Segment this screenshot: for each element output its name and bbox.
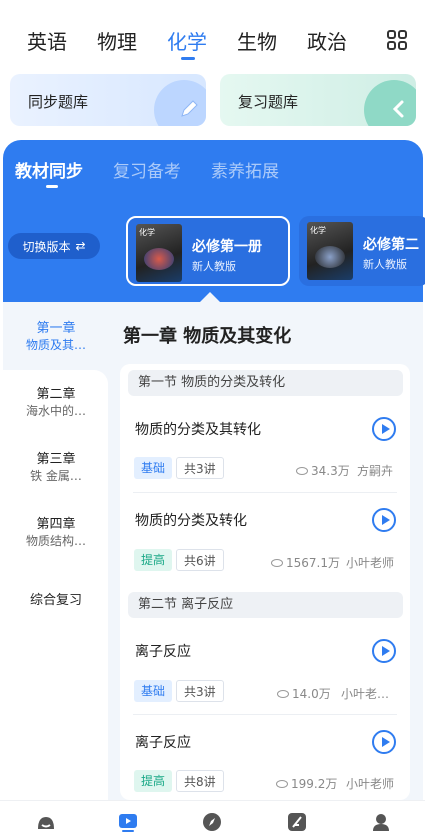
profile-icon[interactable] [370,811,392,833]
pencil-icon [181,100,198,117]
book-title: 必修第一册 [192,239,262,255]
author-name: 方嗣卉 [357,464,394,478]
chapter-item-4[interactable]: 第四章 物质结构… [3,516,109,550]
subject-tab-bar: 英语 物理 化学 生物 政治 [0,0,425,66]
author-name: 小叶老… [341,687,390,701]
subject-tab-english[interactable]: 英语 [27,26,67,55]
lecture-count-tag: 共3讲 [176,457,224,479]
selection-pointer [200,292,220,302]
lecture-count-tag: 共8讲 [176,770,224,792]
review-question-bank-label: 复习题库 [238,93,299,111]
sync-question-bank-card[interactable]: 同步题库 [10,74,206,126]
active-tab-indicator [181,57,195,60]
author-name: 小叶老师 [346,556,395,570]
view-count: 14.0万 [277,685,331,702]
chapter-item-1[interactable]: 第一章 物质及其… [3,320,109,354]
chapter-item-2[interactable]: 第二章 海水中的… [3,386,109,420]
view-count: 199.2万 [276,775,337,792]
eye-icon [277,689,289,698]
chapter-number: 第二章 [36,387,76,402]
book-edition: 新人教版 [363,258,407,271]
eye-icon [276,779,288,788]
chapter-number: 第三章 [36,452,76,467]
book-cover-title: 化学 [139,228,155,237]
sync-question-bank-label: 同步题库 [28,93,89,111]
eye-icon [296,466,308,475]
compass-icon[interactable] [201,811,223,833]
chapter-item-review[interactable]: 综合复习 [3,592,109,609]
subject-tab-politics[interactable]: 政治 [307,26,347,55]
home-icon[interactable] [35,811,57,833]
lesson-title[interactable]: 物质的分类及转化 [135,510,247,530]
bottom-navigation [0,800,425,838]
lesson-title[interactable]: 离子反应 [135,732,191,752]
book-cover: 化学 [136,224,182,282]
eye-icon [271,558,283,567]
review-question-bank-card[interactable]: 复习题库 [220,74,416,126]
level-tag: 基础 [134,680,173,702]
level-tag: 提高 [134,549,173,571]
subject-tab-chemistry[interactable]: 化学 [167,26,207,55]
play-icon[interactable] [372,417,396,441]
view-count: 34.3万 [296,462,350,479]
segment-textbook-sync[interactable]: 教材同步 [15,157,83,182]
chapter-number: 综合复习 [29,593,82,608]
divider [133,714,397,715]
grid-menu-icon[interactable] [386,29,408,51]
segment-review-prep[interactable]: 复习备考 [113,157,181,182]
lesson-title[interactable]: 离子反应 [135,641,191,661]
book-card[interactable]: 化学 必修第二 新人教版 [299,216,425,286]
section-header: 第一节 物质的分类及转化 [128,370,403,396]
chapter-title: 第一章 物质及其变化 [123,326,292,347]
play-icon[interactable] [372,639,396,663]
cover-art [315,246,345,268]
divider [133,492,397,493]
level-tag: 提高 [134,770,173,792]
book-edition: 新人教版 [192,260,236,273]
book-cover-title: 化学 [310,226,326,235]
level-tag: 基础 [134,457,173,479]
subject-tab-physics[interactable]: 物理 [97,26,137,55]
view-count: 1567.1万 [271,554,340,571]
view-count-value: 1567.1万 [286,556,340,570]
video-play-icon[interactable] [117,811,139,833]
view-count-value: 14.0万 [292,687,331,701]
cover-art [144,248,174,270]
chapter-name: 物质结构… [25,534,86,548]
view-count-value: 199.2万 [291,777,338,791]
swap-arrows-icon: ⇄ [75,239,86,253]
chapter-item-3[interactable]: 第三章 铁 金属… [3,451,109,485]
play-icon[interactable] [372,730,396,754]
feather-icon[interactable] [286,811,308,833]
chapter-number: 第四章 [36,517,76,532]
play-icon[interactable] [372,508,396,532]
chevron-left-icon [392,100,404,118]
book-cover: 化学 [307,222,353,280]
book-title: 必修第二 [363,237,419,253]
lecture-count-tag: 共6讲 [176,549,224,571]
chapter-list: 第一章 物质及其… 第二章 海水中的… 第三章 铁 金属… 第四章 物质结构… … [3,302,109,802]
subject-tab-biology[interactable]: 生物 [237,26,277,55]
book-card-selected[interactable]: 化学 必修第一册 新人教版 [126,216,290,286]
author-name: 小叶老师 [346,777,395,791]
view-count-value: 34.3万 [311,464,350,478]
chapter-name: 物质及其… [25,338,86,352]
switch-version-label: 切换版本 [22,239,71,254]
segment-literacy-expansion[interactable]: 素养拓展 [211,157,279,182]
lecture-count-tag: 共3讲 [176,680,224,702]
section-header: 第二节 离子反应 [128,592,403,618]
chapter-name: 海水中的… [25,404,86,418]
lesson-title[interactable]: 物质的分类及其转化 [135,419,261,439]
segment-indicator [46,185,58,188]
chapter-name: 铁 金属… [30,469,82,483]
chapter-number: 第一章 [36,321,76,336]
switch-version-button[interactable]: 切换版本 ⇄ [8,233,100,259]
